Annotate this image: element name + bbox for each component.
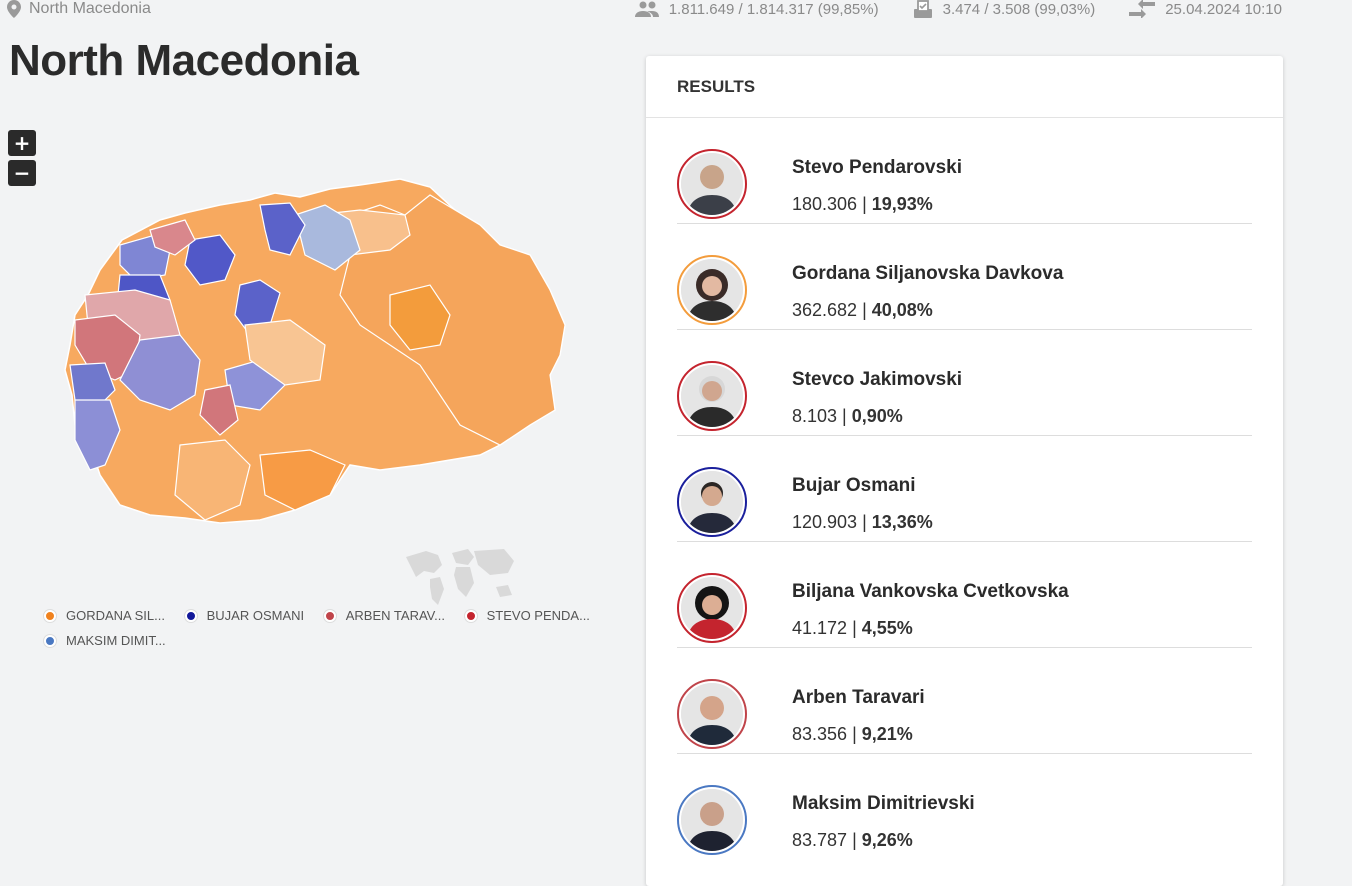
candidate-avatar: [677, 149, 747, 219]
candidate-result: 180.306 | 19,93%: [792, 194, 933, 214]
legend-item[interactable]: BUJAR OSMANI: [184, 608, 305, 623]
results-heading: RESULTS: [646, 56, 1283, 118]
candidate-result: 120.903 | 13,36%: [792, 512, 933, 532]
voters-stat: 1.811.649 / 1.814.317 (99,85%): [634, 0, 879, 18]
legend-dot-red: [464, 609, 477, 622]
updated-value: 25.04.2024 10:10: [1165, 0, 1282, 18]
top-bar: North Macedonia 1.811.649 / 1.814.317 (9…: [0, 0, 1352, 20]
legend-label: BUJAR OSMANI: [206, 608, 305, 623]
candidate-pct: 13,36%: [871, 512, 933, 532]
stations-stat: 3.474 / 3.508 (99,03%): [913, 0, 1096, 18]
candidate-votes: 180.306: [792, 194, 858, 214]
stations-value: 3.474 / 3.508 (99,03%): [942, 0, 1096, 18]
candidate-pct: 19,93%: [871, 194, 933, 214]
location-breadcrumb[interactable]: North Macedonia: [7, 0, 151, 18]
candidate-row[interactable]: Arben Taravari 83.356 | 9,21%: [677, 648, 1252, 754]
candidate-photo-icon: [681, 789, 743, 851]
people-icon: [634, 1, 659, 17]
legend-label: ARBEN TARAV...: [345, 608, 445, 623]
legend-label: GORDANA SIL...: [66, 608, 165, 623]
candidate-row[interactable]: Biljana Vankovska Cvetkovska 41.172 | 4,…: [677, 542, 1252, 648]
candidate-votes: 120.903: [792, 512, 858, 532]
legend-dot-orange: [44, 609, 56, 622]
results-map[interactable]: [60, 175, 570, 530]
location-label: North Macedonia: [29, 0, 151, 17]
legend-label: MAKSIM DIMIT...: [66, 633, 166, 648]
candidate-avatar: [677, 573, 747, 643]
legend-dot-navy: [184, 609, 197, 622]
candidate-avatar: [677, 467, 747, 537]
legend-dot-blue: [44, 634, 56, 647]
legend-item[interactable]: MAKSIM DIMIT...: [44, 633, 166, 648]
candidate-result: 83.356 | 9,21%: [792, 724, 913, 744]
results-panel: RESULTS Stevo Pendarovski 180.306 | 19,9…: [646, 56, 1283, 886]
updated-stat: 25.04.2024 10:10: [1129, 0, 1282, 18]
legend-dot-rose: [323, 609, 336, 622]
candidate-result: 362.682 | 40,08%: [792, 300, 933, 320]
candidate-photo-icon: [681, 365, 743, 427]
candidate-pct: 4,55%: [861, 618, 913, 638]
candidate-row[interactable]: Maksim Dimitrievski 83.787 | 9,26%: [677, 754, 1252, 859]
candidate-pct: 9,21%: [861, 724, 913, 744]
candidate-name: Biljana Vankovska Cvetkovska: [792, 581, 1069, 602]
world-mini-map: [406, 549, 514, 605]
candidate-result: 41.172 | 4,55%: [792, 618, 913, 638]
candidate-photo-icon: [681, 577, 743, 639]
candidate-votes: 83.787: [792, 830, 848, 850]
candidate-row[interactable]: Stevo Pendarovski 180.306 | 19,93%: [677, 118, 1252, 224]
candidate-name: Arben Taravari: [792, 687, 925, 708]
candidate-row[interactable]: Bujar Osmani 120.903 | 13,36%: [677, 436, 1252, 542]
legend-item[interactable]: GORDANA SIL...: [44, 608, 165, 623]
ballot-box-icon: [913, 0, 932, 18]
candidate-row[interactable]: Gordana Siljanovska Davkova 362.682 | 40…: [677, 224, 1252, 330]
candidate-photo-icon: [681, 683, 743, 745]
candidate-name: Gordana Siljanovska Davkova: [792, 263, 1064, 284]
candidate-result: 8.103 | 0,90%: [792, 406, 903, 426]
location-pin-icon: [7, 0, 21, 18]
candidate-pct: 9,26%: [861, 830, 913, 850]
zoom-out-button[interactable]: −: [8, 160, 36, 186]
candidate-name: Stevo Pendarovski: [792, 157, 963, 178]
candidate-votes: 362.682: [792, 300, 858, 320]
candidate-photo-icon: [681, 259, 743, 321]
map-legend: GORDANA SIL... BUJAR OSMANI ARBEN TARAV.…: [44, 608, 624, 658]
legend-item[interactable]: STEVO PENDA...: [464, 608, 590, 623]
page-title: North Macedonia: [9, 36, 359, 85]
legend-item[interactable]: ARBEN TARAV...: [323, 608, 445, 623]
map-zoom-controls: + −: [8, 130, 36, 186]
candidate-photo-icon: [681, 153, 743, 215]
stats-bar: 1.811.649 / 1.814.317 (99,85%) 3.474 / 3…: [634, 0, 1282, 18]
candidate-avatar: [677, 255, 747, 325]
candidate-avatar: [677, 679, 747, 749]
candidate-result: 83.787 | 9,26%: [792, 830, 913, 850]
candidate-pct: 40,08%: [871, 300, 933, 320]
candidate-pct: 0,90%: [851, 406, 903, 426]
voters-value: 1.811.649 / 1.814.317 (99,85%): [668, 0, 879, 18]
candidate-votes: 8.103: [792, 406, 838, 426]
legend-label: STEVO PENDA...: [486, 608, 590, 623]
candidate-row[interactable]: Stevco Jakimovski 8.103 | 0,90%: [677, 330, 1252, 436]
swap-arrows-icon: [1129, 0, 1156, 18]
candidate-votes: 83.356: [792, 724, 848, 744]
zoom-in-button[interactable]: +: [8, 130, 36, 156]
candidate-name: Maksim Dimitrievski: [792, 793, 975, 814]
candidate-photo-icon: [681, 471, 743, 533]
candidate-avatar: [677, 361, 747, 431]
candidate-votes: 41.172: [792, 618, 848, 638]
candidate-avatar: [677, 785, 747, 855]
candidate-name: Stevco Jakimovski: [792, 369, 963, 390]
candidate-name: Bujar Osmani: [792, 475, 916, 496]
